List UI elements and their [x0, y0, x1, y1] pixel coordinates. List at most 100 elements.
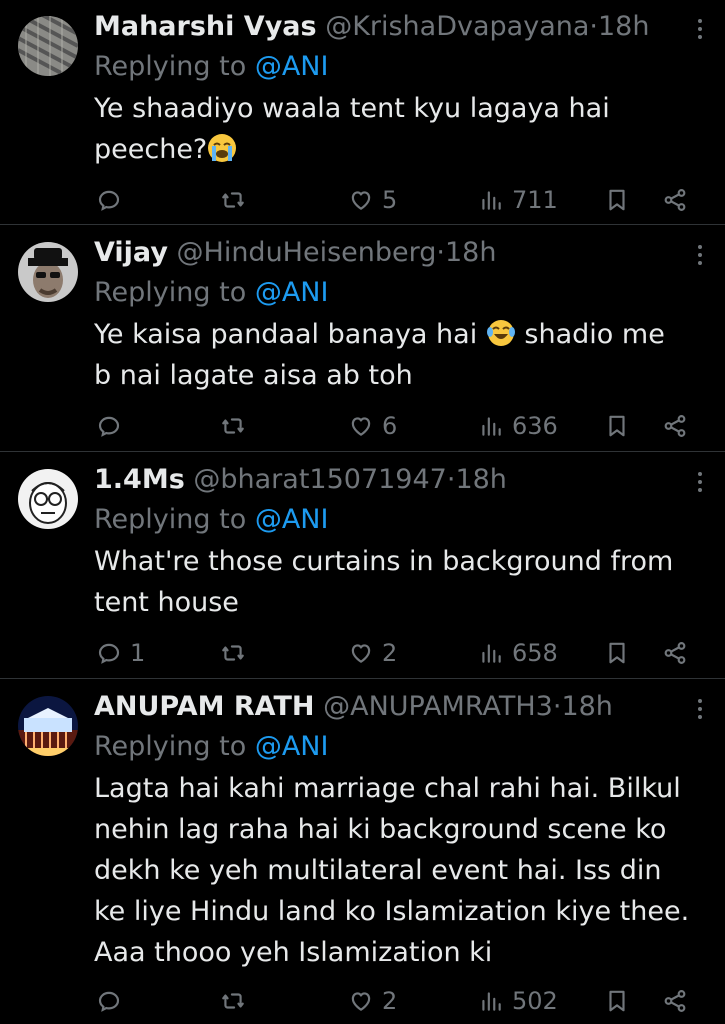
views-icon — [478, 413, 504, 439]
like-count: 5 — [382, 186, 398, 214]
repost-icon — [220, 413, 246, 439]
reply-count: 1 — [130, 639, 146, 667]
like-icon — [348, 413, 374, 439]
author-handle[interactable]: @bharat15071947 — [193, 464, 446, 495]
replying-to-label: Replying to — [94, 51, 255, 82]
bookmark-button[interactable] — [604, 180, 630, 220]
views-button[interactable]: 711 — [478, 180, 558, 220]
mention-link[interactable]: @ANI — [255, 51, 329, 82]
bookmark-icon — [604, 187, 630, 213]
author-name[interactable]: ANUPAM RATH — [94, 691, 315, 722]
tweet[interactable]: Vijay @HinduHeisenberg·18h Replying to @… — [0, 226, 725, 452]
views-count: 502 — [512, 987, 558, 1015]
share-button[interactable] — [662, 180, 688, 220]
separator-dot: · — [436, 237, 445, 268]
author-name[interactable]: Vijay — [94, 237, 168, 268]
tweet-text-line: b nai lagate aisa ab toh — [94, 360, 413, 391]
author-handle[interactable]: @ANUPAMRATH3 — [323, 691, 553, 722]
tweet-header: Maharshi Vyas @KrishaDvapayana·18h — [94, 10, 649, 44]
share-button[interactable] — [662, 633, 688, 673]
loudly-crying-face-icon — [208, 134, 237, 162]
tweet-text-segment: peeche? — [94, 134, 208, 165]
replying-to: Replying to @ANI — [94, 276, 328, 310]
tweet-text-line: Aaa thooo yeh Islamization ki — [94, 937, 493, 968]
share-icon — [662, 640, 688, 666]
reply-icon — [96, 187, 122, 213]
tweet[interactable]: 1.4Ms @bharat15071947·18h Replying to @A… — [0, 453, 725, 679]
tweet-text-line: dekh ke yeh multilateral event hai. Iss … — [94, 855, 662, 886]
tweet-text-line: Lagta hai kahi marriage chal rahi hai. B… — [94, 773, 681, 804]
tweet-actions: 2 502 — [0, 981, 725, 1021]
replying-to: Replying to @ANI — [94, 50, 328, 84]
mention-link[interactable]: @ANI — [255, 277, 329, 308]
more-icon[interactable] — [697, 471, 703, 493]
timestamp[interactable]: 18h — [445, 237, 496, 268]
mention-link[interactable]: @ANI — [255, 504, 329, 535]
repost-button[interactable] — [220, 981, 254, 1021]
reply-button[interactable] — [96, 180, 130, 220]
reply-icon — [96, 413, 122, 439]
tweet-actions: 6 636 — [0, 406, 725, 446]
like-button[interactable]: 2 — [348, 981, 397, 1021]
author-name[interactable]: Maharshi Vyas — [94, 11, 317, 42]
tweet-text-segment: shadio me — [524, 319, 665, 350]
reply-button[interactable] — [96, 981, 130, 1021]
tweet-text-segment: Ye kaisa pandaal banaya hai — [94, 319, 478, 350]
author-name[interactable]: 1.4Ms — [94, 464, 185, 495]
repost-button[interactable] — [220, 406, 254, 446]
tweet-text-line: tent house — [94, 587, 239, 618]
timestamp[interactable]: 18h — [598, 11, 649, 42]
like-button[interactable]: 2 — [348, 633, 397, 673]
timestamp[interactable]: 18h — [455, 464, 506, 495]
like-count: 2 — [382, 639, 398, 667]
reply-button[interactable] — [96, 406, 130, 446]
author-handle[interactable]: @KrishaDvapayana — [325, 11, 589, 42]
repost-icon — [220, 187, 246, 213]
views-button[interactable]: 636 — [478, 406, 558, 446]
separator-dot: · — [589, 11, 598, 42]
repost-button[interactable] — [220, 180, 254, 220]
views-count: 711 — [512, 186, 558, 214]
share-icon — [662, 413, 688, 439]
bookmark-icon — [604, 640, 630, 666]
like-icon — [348, 640, 374, 666]
views-count: 658 — [512, 639, 558, 667]
views-icon — [478, 988, 504, 1014]
avatar[interactable] — [18, 469, 78, 529]
replying-to: Replying to @ANI — [94, 503, 328, 537]
bookmark-button[interactable] — [604, 981, 630, 1021]
like-icon — [348, 187, 374, 213]
mention-link[interactable]: @ANI — [255, 731, 329, 762]
views-icon — [478, 187, 504, 213]
share-button[interactable] — [662, 981, 688, 1021]
repost-button[interactable] — [220, 633, 254, 673]
tweet-text-line: nehin lag raha hai ki background scene k… — [94, 814, 667, 845]
views-icon — [478, 640, 504, 666]
tweet-text-line: peeche? — [94, 129, 704, 170]
tweet[interactable]: Maharshi Vyas @KrishaDvapayana·18h Reply… — [0, 0, 725, 225]
bookmark-button[interactable] — [604, 406, 630, 446]
more-icon[interactable] — [697, 18, 703, 40]
tweet-text: Ye kaisa pandaal banaya hai shadio me b … — [94, 314, 704, 396]
timestamp[interactable]: 18h — [561, 691, 612, 722]
views-button[interactable]: 502 — [478, 981, 558, 1021]
avatar[interactable] — [18, 696, 78, 756]
like-button[interactable]: 5 — [348, 180, 397, 220]
share-icon — [662, 187, 688, 213]
tweet-header: ANUPAM RATH @ANUPAMRATH3·18h — [94, 690, 613, 724]
bookmark-icon — [604, 988, 630, 1014]
tweet-text-line: Ye kaisa pandaal banaya hai shadio me — [94, 314, 704, 355]
avatar[interactable] — [18, 242, 78, 302]
more-icon[interactable] — [697, 244, 703, 266]
avatar[interactable] — [18, 16, 78, 76]
tweet[interactable]: ANUPAM RATH @ANUPAMRATH3·18h Replying to… — [0, 680, 725, 1024]
views-count: 636 — [512, 412, 558, 440]
author-handle[interactable]: @HinduHeisenberg — [177, 237, 437, 268]
like-button[interactable]: 6 — [348, 406, 397, 446]
bookmark-button[interactable] — [604, 633, 630, 673]
more-icon[interactable] — [697, 698, 703, 720]
reply-button[interactable]: 1 — [96, 633, 145, 673]
views-button[interactable]: 658 — [478, 633, 558, 673]
tweet-actions: 5 711 — [0, 180, 725, 220]
share-button[interactable] — [662, 406, 688, 446]
